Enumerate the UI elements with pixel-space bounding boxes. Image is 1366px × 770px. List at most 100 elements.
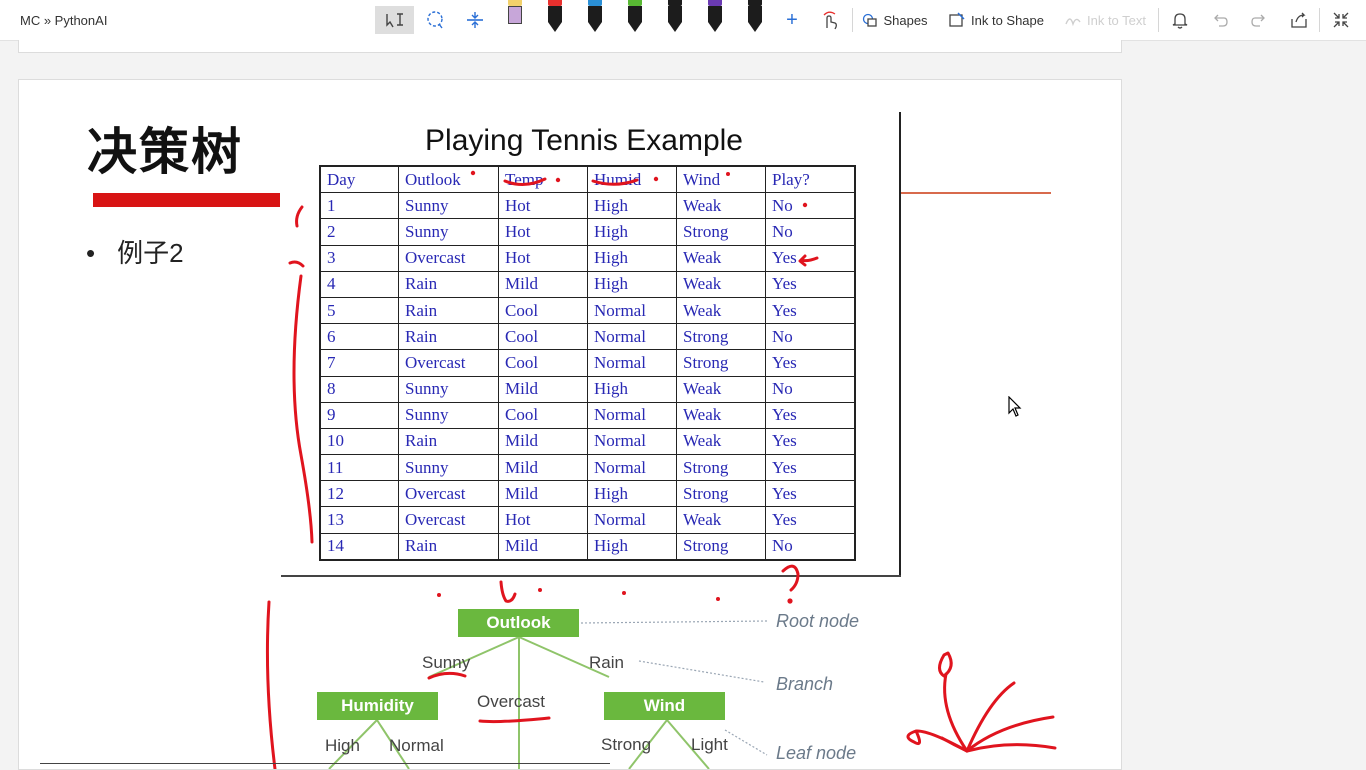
table-row: 8 Sunny Mild High Weak No (319, 375, 856, 403)
node-wind: Wind (604, 692, 725, 720)
header-temp: Temp (498, 165, 588, 194)
table-cell: Normal (587, 323, 677, 351)
lasso-button[interactable] (422, 6, 448, 34)
horizontal-divider-line (281, 575, 901, 577)
touch-drawing-button[interactable] (817, 6, 843, 34)
branch-high: High (325, 736, 360, 755)
header-day: Day (319, 165, 399, 194)
table-header-row: Day Outlook Temp Humid Wind Play? (319, 165, 856, 194)
table-cell: Weak (676, 270, 766, 298)
plus-icon: + (786, 8, 798, 31)
table-cell: Rain (398, 270, 499, 298)
bullet-item: • 例子2 (86, 233, 184, 270)
vertical-divider-line (899, 112, 901, 576)
table-cell: 13 (319, 506, 399, 534)
pen-red[interactable] (547, 0, 563, 34)
table-cell: Normal (587, 506, 677, 534)
table-cell: Strong (676, 323, 766, 351)
table-cell: Cool (498, 296, 588, 325)
table-cell: Mild (498, 427, 588, 456)
table-row: 7 Overcast Cool Normal Strong Yes (319, 349, 856, 377)
table-cell: Yes (765, 349, 856, 377)
table-cell: Overcast (398, 480, 499, 508)
table-cell: 8 (319, 375, 399, 403)
table-cell: 5 (319, 296, 399, 325)
node-outlook: Outlook (458, 609, 579, 637)
annotation-branch: Branch (776, 674, 834, 694)
lasso-select-button[interactable] (375, 6, 414, 34)
table-cell: 6 (319, 323, 399, 351)
ink-to-shape-icon (949, 12, 965, 27)
table-cell: Yes (765, 296, 856, 325)
undo-icon (1214, 14, 1228, 27)
table-cell: Yes (765, 270, 856, 298)
table-cell: Strong (676, 480, 766, 508)
table-cell: Yes (765, 506, 856, 534)
exit-fullscreen-button[interactable] (1328, 6, 1354, 34)
table-cell: Mild (498, 480, 588, 508)
shapes-button[interactable]: Shapes (860, 6, 930, 34)
table-cell: 4 (319, 270, 399, 298)
table-cell: Rain (398, 296, 499, 325)
table-cell: Weak (676, 427, 766, 456)
header-play: Play? (765, 165, 856, 194)
table-row: 10 Rain Mild Normal Weak Yes (319, 427, 856, 456)
branch-light: Light (691, 735, 728, 754)
table-cell: Weak (676, 506, 766, 534)
table-cell: Yes (765, 427, 856, 456)
bullet-dot-icon: • (86, 238, 96, 268)
table-row: 13 Overcast Hot Normal Weak Yes (319, 506, 856, 534)
notifications-button[interactable] (1168, 6, 1192, 34)
ink-to-shape-button[interactable]: Ink to Shape (944, 6, 1048, 34)
table-cell: Sunny (398, 192, 499, 220)
table-cell: Hot (498, 244, 588, 272)
share-button[interactable] (1287, 6, 1311, 34)
table-cell: High (587, 244, 677, 272)
table-cell: High (587, 375, 677, 403)
table-cell: Cool (498, 401, 588, 429)
slide-image[interactable]: 决策树 • 例子2 Playing Tennis Example Day Outl… (18, 79, 1122, 770)
bullet-text: 例子2 (117, 238, 184, 268)
table-cell: 2 (319, 218, 399, 246)
bell-icon (1172, 13, 1188, 29)
table-cell: 9 (319, 401, 399, 429)
bottom-divider (40, 763, 610, 764)
table-cell: Normal (587, 349, 677, 377)
table-cell: 1 (319, 192, 399, 220)
pen-lavender[interactable] (507, 0, 523, 34)
table-cell: 14 (319, 532, 399, 561)
table-cell: High (587, 270, 677, 298)
header-humid: Humid (587, 165, 677, 194)
table-cell: Sunny (398, 454, 499, 482)
breadcrumb[interactable]: MC » PythonAI (20, 13, 107, 28)
table-cell: Rain (398, 427, 499, 456)
redo-button[interactable] (1247, 6, 1271, 34)
table-cell: No (765, 532, 856, 561)
ink-to-text-button[interactable]: Ink to Text (1062, 6, 1148, 34)
header-wind: Wind (676, 165, 766, 194)
table-cell: Mild (498, 532, 588, 561)
branch-normal: Normal (389, 736, 444, 755)
pen-blue[interactable] (587, 0, 603, 34)
table-cell: 7 (319, 349, 399, 377)
slide-title: 决策树 (87, 123, 243, 181)
add-pen-button[interactable]: + (781, 6, 803, 34)
undo-button[interactable] (1208, 6, 1232, 34)
annotation-root-node: Root node (776, 611, 860, 631)
table-cell: Mild (498, 270, 588, 298)
add-space-button[interactable] (462, 6, 488, 34)
table-cell: Strong (676, 532, 766, 561)
table-cell: Hot (498, 192, 588, 220)
table-row: 1 Sunny Hot High Weak No (319, 192, 856, 220)
ribbon-toolbar: MC » PythonAI + Shapes Ink to Shape Ink … (0, 0, 1366, 41)
pen-green[interactable] (627, 0, 643, 34)
branch-sunny: Sunny (422, 653, 471, 672)
pen-purple[interactable] (707, 0, 723, 34)
table-row: 3 Overcast Hot High Weak Yes (319, 244, 856, 272)
table-cell: Yes (765, 401, 856, 429)
table-cell: Strong (676, 454, 766, 482)
pen-black-2[interactable] (747, 0, 763, 34)
table-cell: Yes (765, 480, 856, 508)
table-row: 14 Rain Mild High Strong No (319, 532, 856, 561)
pen-black[interactable] (667, 0, 683, 34)
